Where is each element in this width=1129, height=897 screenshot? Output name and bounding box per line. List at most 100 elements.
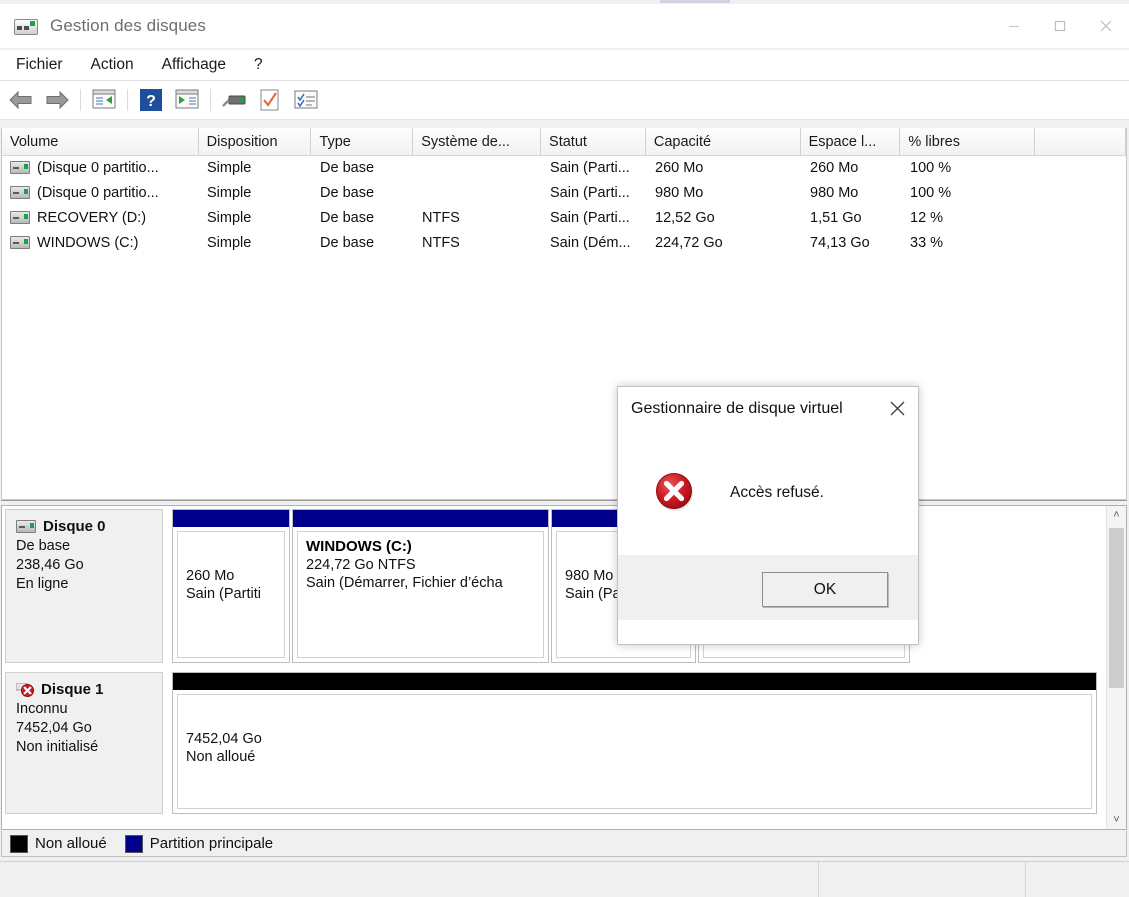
dialog-title: Gestionnaire de disque virtuel (631, 400, 843, 417)
menu-aide[interactable]: ? (242, 53, 275, 77)
status-pane-2 (818, 862, 1025, 897)
volume-column-header[interactable]: Type (311, 128, 414, 155)
dialog-ok-button[interactable]: OK (762, 572, 888, 607)
partition-title: WINDOWS (C:) (306, 538, 412, 555)
volume-layout-cell: Simple (207, 234, 252, 251)
partition-details: 7452,04 Go Non alloué (177, 694, 1092, 809)
partition-size: 7452,04 Go (186, 731, 262, 747)
back-arrow-icon[interactable] (6, 85, 36, 115)
volume-column-header[interactable]: Disposition (199, 128, 312, 155)
volume-type-cell: De base (320, 184, 375, 201)
volume-status-cell: Sain (Parti... (550, 209, 630, 226)
menu-action[interactable]: Action (79, 53, 146, 77)
scroll-up-button[interactable]: ˄ (1107, 506, 1126, 524)
disk-info-panel[interactable]: Disque 0 De base 238,46 Go En ligne (5, 509, 163, 663)
show-action-pane-icon[interactable] (172, 85, 202, 115)
volume-status-cell: Sain (Parti... (550, 184, 630, 201)
volume-disk-icon (10, 236, 30, 249)
help-icon[interactable]: ? (136, 85, 166, 115)
partition-block[interactable]: WINDOWS (C:) 224,72 Go NTFS Sain (Démarrer… (292, 509, 549, 663)
partition-block[interactable]: 7452,04 Go Non alloué (172, 672, 1097, 814)
volume-percent_free-cell: 12 % (910, 209, 944, 226)
show-hide-console-tree-icon[interactable] (89, 85, 119, 115)
volume-name-cell: (Disque 0 partitio... (2, 160, 199, 176)
maximize-button[interactable] (1037, 4, 1083, 48)
volume-label: (Disque 0 partitio... (37, 184, 159, 201)
partition-spacer (186, 701, 1083, 729)
volume-list: Volume Disposition Type Système de... Statut… (1, 128, 1127, 500)
volume-column-header[interactable]: % libres (900, 128, 1036, 155)
task-list-icon[interactable] (291, 85, 321, 115)
volume-free_space-cell: 260 Mo (810, 159, 859, 176)
disk-title: Disque 1 (15, 681, 152, 698)
disk-title: Disque 0 (16, 518, 152, 535)
legend: Non alloué Partition principale (1, 831, 1127, 857)
partition-status: Sain (Démarrer, Fichier d’écha (306, 575, 503, 591)
partition-status: Sain (Partiti (186, 586, 261, 602)
volume-label: (Disque 0 partitio... (37, 159, 159, 176)
dialog-footer: OK (618, 555, 918, 622)
volume-capacity-cell: 260 Mo (655, 159, 704, 176)
volume-capacity-cell: 224,72 Go (655, 234, 723, 251)
volume-disk-icon (10, 161, 30, 174)
volume-column-header[interactable] (1035, 128, 1126, 155)
volume-layout-cell: Simple (207, 159, 252, 176)
volume-type-cell: De base (320, 209, 375, 226)
menu-fichier[interactable]: Fichier (4, 53, 75, 77)
graphic-view-scrollbar[interactable]: ˄ ˅ (1106, 506, 1126, 829)
volume-name-cell: WINDOWS (C:) (2, 235, 199, 251)
volume-status-cell: Sain (Parti... (550, 159, 630, 176)
volume-column-header[interactable]: Système de... (413, 128, 542, 155)
dialog-message: Accès refusé. (730, 484, 824, 501)
disk-properties-icon[interactable] (219, 85, 249, 115)
disk-name: Disque 0 (43, 518, 106, 535)
disk-row[interactable]: Disque 1 Inconnu 7452,04 Go Non initialisé 7… (2, 669, 1107, 817)
disk-row[interactable]: Disque 0 De base 238,46 Go En ligne 260 Mo Sa… (2, 506, 1107, 666)
forward-arrow-icon[interactable] (42, 85, 72, 115)
scroll-down-button[interactable]: ˅ (1107, 811, 1126, 829)
volume-row[interactable]: WINDOWS (C:) Simple De base NTFS Sain (Dém..… (2, 230, 1126, 255)
disk-info-panel[interactable]: Disque 1 Inconnu 7452,04 Go Non initialisé (5, 672, 163, 814)
toolbar: ? (0, 81, 1129, 119)
volume-percent_free-cell: 100 % (910, 159, 952, 176)
status-bar (0, 861, 1129, 897)
volume-row[interactable]: RECOVERY (D:) Simple De base NTFS Sain (Part… (2, 205, 1126, 230)
volume-layout-cell: Simple (207, 209, 252, 226)
volume-column-header[interactable]: Espace l... (801, 128, 901, 155)
volume-column-header[interactable]: Capacité (646, 128, 801, 155)
volume-status-cell: Sain (Dém... (550, 234, 631, 251)
volume-disk-icon (10, 186, 30, 199)
rescan-disks-icon[interactable] (255, 85, 285, 115)
volume-list-header: Volume Disposition Type Système de... Statut… (2, 128, 1126, 156)
status-pane-3 (1025, 862, 1129, 897)
close-button[interactable] (1083, 4, 1129, 48)
volume-column-header[interactable]: Statut (541, 128, 646, 155)
menu-affichage[interactable]: Affichage (150, 53, 238, 77)
volume-row[interactable]: (Disque 0 partitio... Simple De base Sain (… (2, 180, 1126, 205)
disk-name: Disque 1 (41, 681, 104, 698)
partition-spacer (186, 538, 276, 566)
menu-bar: Fichier Action Affichage ? (0, 50, 1129, 80)
partition-size: 224,72 Go NTFS (306, 557, 416, 573)
dialog-body: Accès refusé. (618, 431, 918, 555)
volume-type-cell: De base (320, 159, 375, 176)
disk-info-line: De base (16, 538, 71, 554)
partition-area: 7452,04 Go Non alloué (167, 672, 1097, 814)
volume-capacity-cell: 12,52 Go (655, 209, 715, 226)
partition-block[interactable]: 260 Mo Sain (Partiti (172, 509, 290, 663)
dialog-close-icon[interactable] (880, 393, 914, 423)
window-controls (991, 4, 1129, 48)
minimize-button[interactable] (991, 4, 1037, 48)
disk-info-line: 7452,04 Go (16, 720, 92, 736)
disk-graphic-view: Disque 0 De base 238,46 Go En ligne 260 Mo Sa… (1, 505, 1127, 830)
disk-info-line: En ligne (16, 576, 69, 592)
volume-capacity-cell: 980 Mo (655, 184, 704, 201)
screen-top-artifact (660, 0, 730, 3)
partition-details: WINDOWS (C:) 224,72 Go NTFS Sain (Démarrer… (297, 531, 544, 658)
volume-column-header[interactable]: Volume (2, 128, 199, 155)
volume-disk-icon (10, 211, 30, 224)
scrollbar-thumb[interactable] (1109, 528, 1124, 688)
volume-label: RECOVERY (D:) (37, 209, 147, 226)
volume-row[interactable]: (Disque 0 partitio... Simple De base Sain (… (2, 155, 1126, 180)
volume-percent_free-cell: 33 % (910, 234, 944, 251)
